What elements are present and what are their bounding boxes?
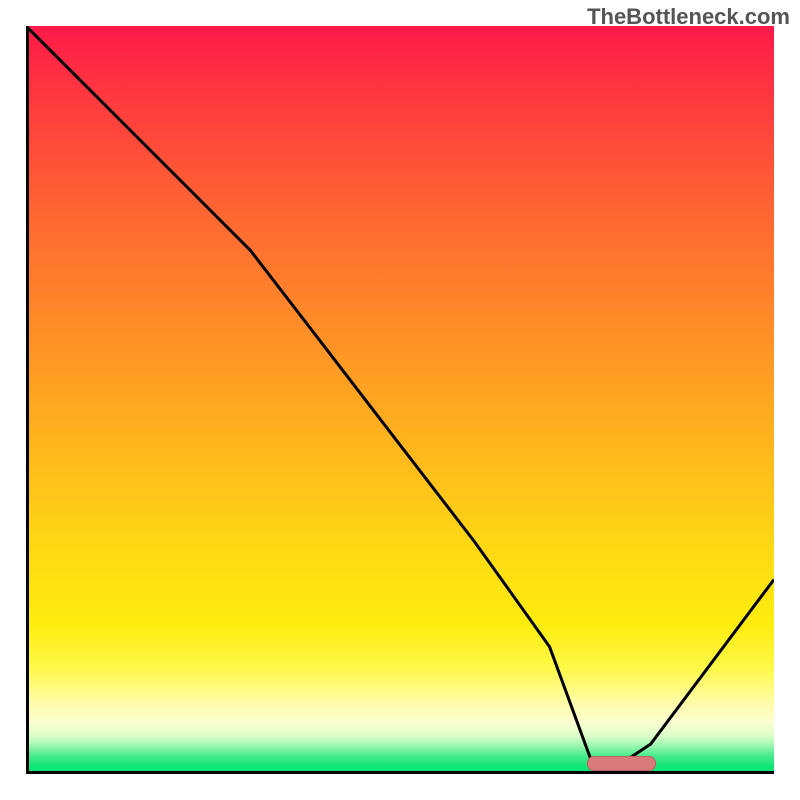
watermark-label: TheBottleneck.com [587, 4, 790, 30]
chart-container: TheBottleneck.com [0, 0, 800, 800]
optimal-marker [587, 756, 656, 771]
plot-area [26, 26, 774, 774]
bottleneck-curve [26, 26, 774, 774]
